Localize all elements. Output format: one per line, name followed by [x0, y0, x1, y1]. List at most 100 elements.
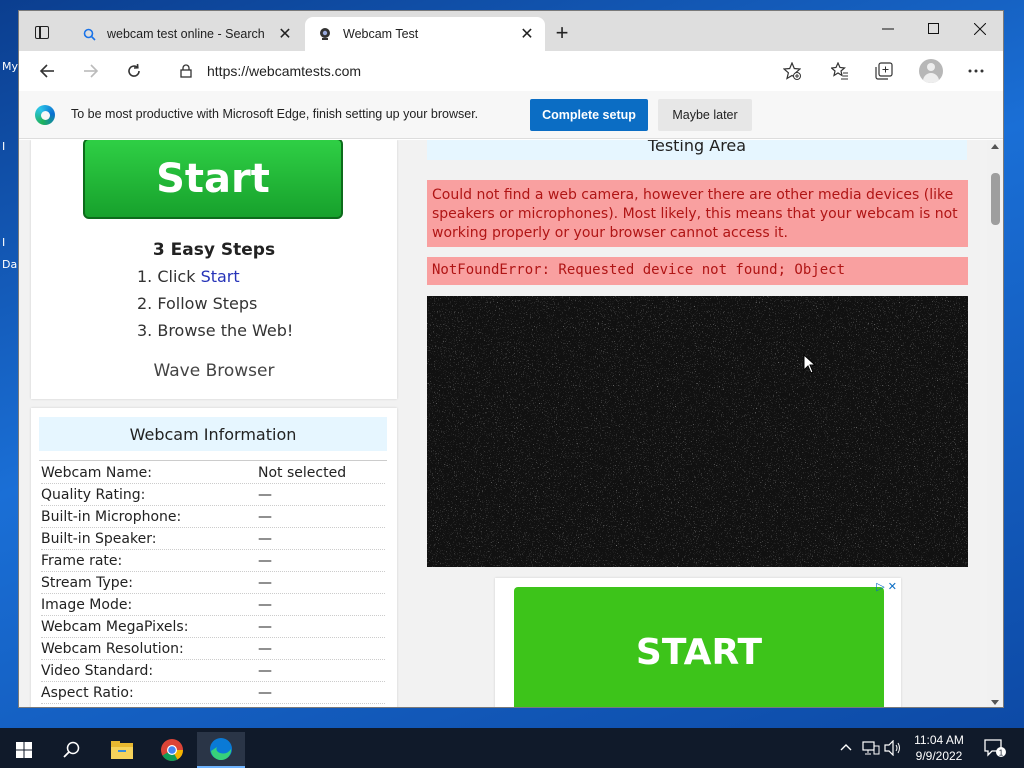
divider — [39, 460, 387, 461]
info-key: Webcam MegaPixels: — [41, 619, 189, 635]
scroll-up-icon[interactable] — [991, 144, 999, 149]
mouse-cursor-icon — [803, 354, 817, 374]
tab-webcam-test[interactable]: Webcam Test ✕ — [305, 17, 545, 51]
advertisement: START ▷ ✕ — [495, 578, 901, 707]
start-button[interactable]: Start — [83, 140, 343, 219]
info-key: Stream Type: — [41, 575, 133, 591]
notification-count: 1 — [999, 749, 1004, 758]
forward-button[interactable] — [77, 57, 105, 85]
new-tab-button[interactable]: + — [551, 22, 573, 45]
maybe-later-button[interactable]: Maybe later — [658, 99, 752, 131]
info-key: Video Standard: — [41, 663, 154, 679]
info-value: — — [258, 575, 272, 591]
info-value: — — [258, 619, 272, 635]
close-icon[interactable]: ✕ — [517, 24, 537, 44]
table-row: Image Mode: — — [41, 594, 385, 616]
desktop-icon-label[interactable]: I — [2, 140, 5, 153]
tab-title: webcam test online - Search — [107, 27, 265, 41]
webcam-info-card: Webcam Information Webcam Name: Not selec… — [31, 408, 397, 707]
table-row: Stream Type: — — [41, 572, 385, 594]
back-button[interactable] — [33, 57, 61, 85]
maximize-button[interactable] — [911, 15, 957, 43]
lock-icon[interactable] — [179, 64, 193, 78]
windows-start-icon[interactable] — [0, 732, 48, 768]
info-value: — — [258, 641, 272, 657]
scroll-thumb[interactable] — [991, 173, 1000, 225]
browser-toolbar: https://webcamtests.com — [19, 51, 1003, 91]
system-clock[interactable]: 11:04 AM 9/9/2022 — [906, 732, 972, 764]
brand-label[interactable]: Wave Browser — [31, 361, 397, 381]
table-row: Webcam Resolution: — — [41, 638, 385, 660]
more-options-icon[interactable] — [963, 59, 989, 83]
info-key: Quality Rating: — [41, 487, 146, 503]
taskbar: 11:04 AM 9/9/2022 1 — [0, 728, 1024, 768]
chevron-up-icon[interactable] — [840, 740, 852, 755]
edge-setup-infobar: To be most productive with Microsoft Edg… — [19, 91, 1003, 139]
webcam-preview[interactable] — [427, 296, 968, 567]
refresh-button[interactable] — [120, 57, 148, 85]
steps-title: 3 Easy Steps — [152, 240, 276, 260]
favorites-icon[interactable] — [827, 59, 853, 83]
network-icon[interactable] — [862, 740, 880, 759]
adchoices-icon[interactable]: ▷ ✕ — [876, 580, 897, 593]
infobar-message: To be most productive with Microsoft Edg… — [71, 107, 479, 121]
ad-start-button[interactable]: START — [514, 587, 884, 707]
info-key: Frame rate: — [41, 553, 123, 569]
step-item: 3. Browse the Web! — [137, 321, 293, 340]
info-value: — — [258, 553, 272, 569]
tab-actions-icon[interactable] — [29, 20, 55, 44]
step-item: 2. Follow Steps — [137, 294, 257, 313]
desktop-icon-label[interactable]: I — [2, 236, 5, 249]
page-content: Start 3 Easy Steps 1. Click Start 2. Fol… — [19, 140, 987, 707]
table-row: Aspect Ratio: — — [41, 682, 385, 704]
start-link[interactable]: Start — [201, 267, 240, 286]
step-item: 1. Click Start — [137, 267, 240, 286]
error-message: Could not find a web camera, however the… — [427, 180, 968, 247]
info-value: — — [258, 487, 272, 503]
tab-search[interactable]: webcam test online - Search ✕ — [69, 17, 303, 51]
file-explorer-icon[interactable] — [98, 732, 146, 768]
info-key: Image Mode: — [41, 597, 133, 613]
profile-avatar[interactable] — [919, 59, 943, 83]
notifications-icon[interactable]: 1 — [984, 738, 1006, 761]
address-bar[interactable]: https://webcamtests.com — [171, 56, 839, 86]
table-row: Frame rate: — — [41, 550, 385, 572]
info-key: Webcam Name: — [41, 465, 152, 481]
collections-icon[interactable] — [871, 59, 897, 83]
tab-bar: webcam test online - Search ✕ Webcam Tes… — [19, 11, 1003, 51]
chrome-icon[interactable] — [148, 732, 196, 768]
info-value: — — [258, 531, 272, 547]
table-row: Quality Rating: — — [41, 484, 385, 506]
browser-window: webcam test online - Search ✕ Webcam Tes… — [18, 10, 1004, 708]
info-value: — — [258, 597, 272, 613]
complete-setup-button[interactable]: Complete setup — [530, 99, 648, 131]
add-favorite-icon[interactable] — [779, 59, 805, 83]
close-window-button[interactable] — [957, 15, 1003, 43]
info-value: Not selected — [258, 465, 347, 481]
url-text: https://webcamtests.com — [207, 63, 362, 79]
desktop-icon-label[interactable]: My — [2, 60, 18, 73]
volume-icon[interactable] — [884, 739, 902, 759]
info-value: — — [258, 685, 272, 701]
scroll-down-icon[interactable] — [991, 700, 999, 705]
info-key: Webcam Resolution: — [41, 641, 184, 657]
search-icon — [81, 26, 97, 42]
webcam-info-title: Webcam Information — [39, 417, 387, 451]
clock-time: 11:04 AM — [914, 733, 964, 747]
vertical-scrollbar[interactable] — [987, 140, 1003, 707]
webcam-icon — [317, 26, 333, 42]
search-icon[interactable] — [48, 732, 96, 768]
close-icon[interactable]: ✕ — [275, 24, 295, 44]
table-row: Built-in Speaker: — — [41, 528, 385, 550]
edge-logo-icon — [35, 105, 55, 125]
step-text: 1. Click — [137, 267, 201, 286]
desktop-icon-label[interactable]: Da — [2, 258, 17, 271]
edge-taskbar-icon[interactable] — [197, 732, 245, 768]
error-detail: NotFoundError: Requested device not foun… — [427, 257, 968, 285]
static-noise — [427, 296, 968, 567]
minimize-button[interactable] — [865, 15, 911, 43]
table-row: Webcam MegaPixels: — — [41, 616, 385, 638]
table-row: Video Standard: — — [41, 660, 385, 682]
info-key: Built-in Microphone: — [41, 509, 182, 525]
testing-area-title: Testing Area — [427, 140, 967, 160]
